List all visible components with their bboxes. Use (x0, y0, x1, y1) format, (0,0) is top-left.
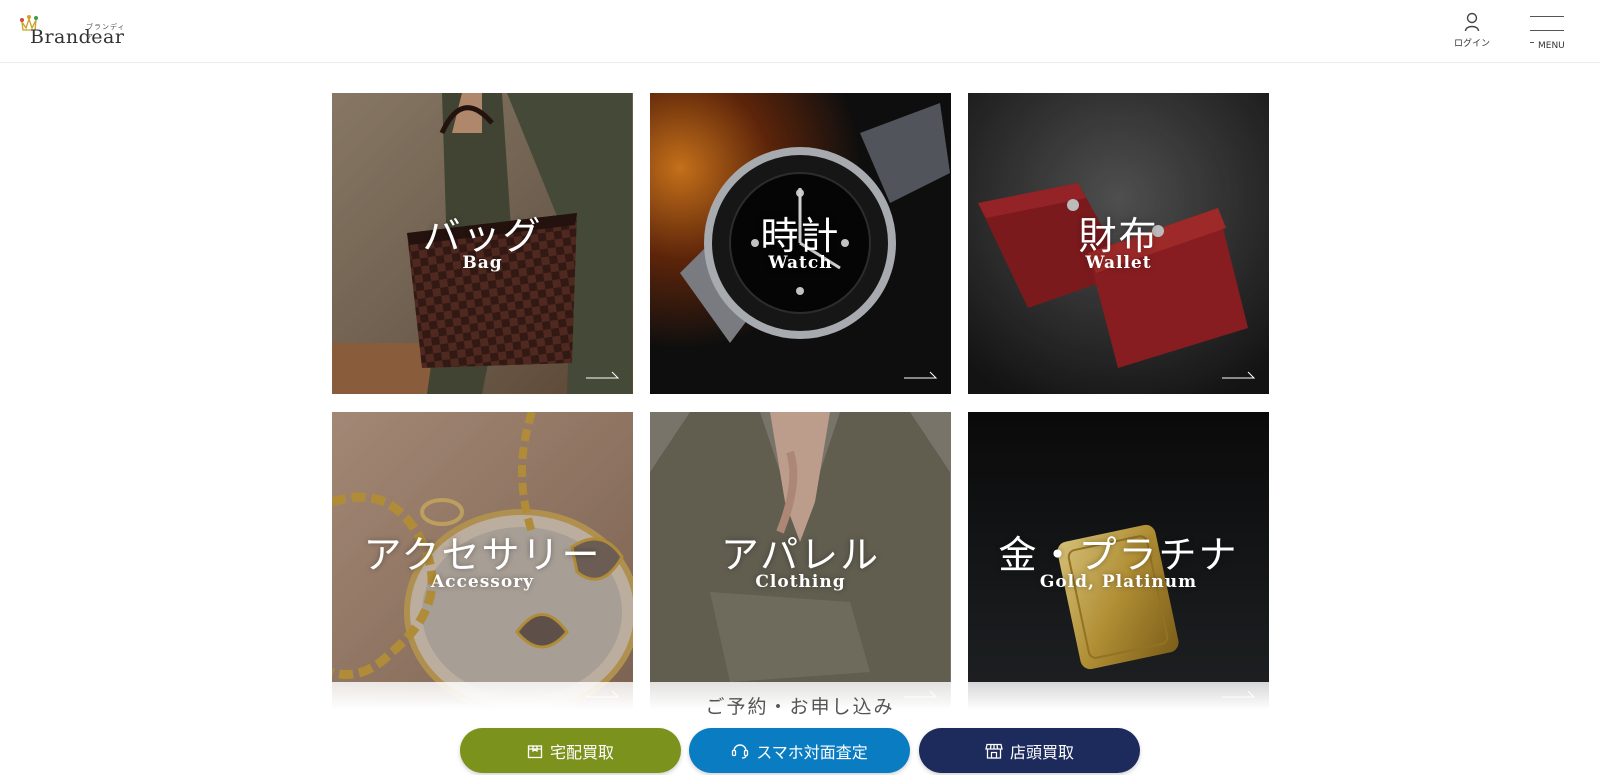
category-title-jp: 財布 (1078, 214, 1159, 258)
store-icon (985, 743, 1003, 759)
in-store-purchase-button[interactable]: 店頭買取 (919, 728, 1140, 773)
category-title-en: Watch (768, 253, 833, 273)
category-tile-watch[interactable]: 時計 Watch (650, 93, 951, 394)
login-button[interactable]: ログイン (1444, 12, 1500, 49)
category-title-en: Gold, Platinum (1039, 572, 1198, 592)
category-tile-wallet[interactable]: 財布 Wallet (968, 93, 1269, 394)
menu-button[interactable]: MENU (1528, 14, 1566, 54)
menu-bar-icon (1530, 30, 1564, 31)
brandear-logo[interactable]: ブランディア Brandear (18, 14, 128, 50)
smartphone-appraisal-button[interactable]: スマホ対面査定 (689, 728, 910, 773)
arrow-right-icon (586, 371, 620, 379)
category-title-en: Accessory (430, 572, 535, 592)
button-label: スマホ対面査定 (756, 742, 868, 762)
category-tile-bag[interactable]: バッグ Bag (332, 93, 633, 394)
arrow-right-icon (1222, 371, 1256, 379)
button-label: 店頭買取 (1009, 742, 1074, 762)
category-title-jp: バッグ (422, 214, 543, 258)
category-title-jp: アクセサリー (363, 533, 602, 577)
category-title-jp: 時計 (760, 214, 841, 258)
category-tile-clothing[interactable]: アパレル Clothing (650, 412, 951, 713)
category-title-jp: アパレル (720, 533, 881, 577)
login-label: ログイン (1453, 39, 1490, 49)
category-tile-accessory[interactable]: アクセサリー Accessory (332, 412, 633, 713)
category-tile-gold-platinum[interactable]: 金・プラチナ Gold, Platinum (968, 412, 1269, 713)
site-header: ブランディア Brandear ログイン MENU (0, 0, 1600, 63)
category-title-jp: 金・プラチナ (998, 533, 1239, 577)
menu-bar-icon (1530, 42, 1534, 43)
category-grid: バッグ Bag 時計 Watch 財布 Wallet アクセサリー Access… (332, 93, 1269, 713)
category-title-en: Bag (462, 253, 503, 273)
reservation-heading: ご予約・お申し込み (705, 696, 895, 718)
button-label: 宅配買取 (549, 742, 614, 762)
menu-bar-icon (1530, 16, 1564, 17)
category-title-en: Wallet (1085, 253, 1152, 273)
home-delivery-purchase-button[interactable]: 宅配買取 (460, 728, 681, 773)
menu-label: MENU (1538, 41, 1565, 51)
box-icon (527, 744, 543, 758)
logo-text: Brandear (30, 26, 125, 48)
category-title-en: Clothing (755, 572, 846, 592)
arrow-right-icon (904, 371, 938, 379)
smartphone-chat-icon (732, 743, 749, 759)
user-icon (1464, 12, 1480, 32)
